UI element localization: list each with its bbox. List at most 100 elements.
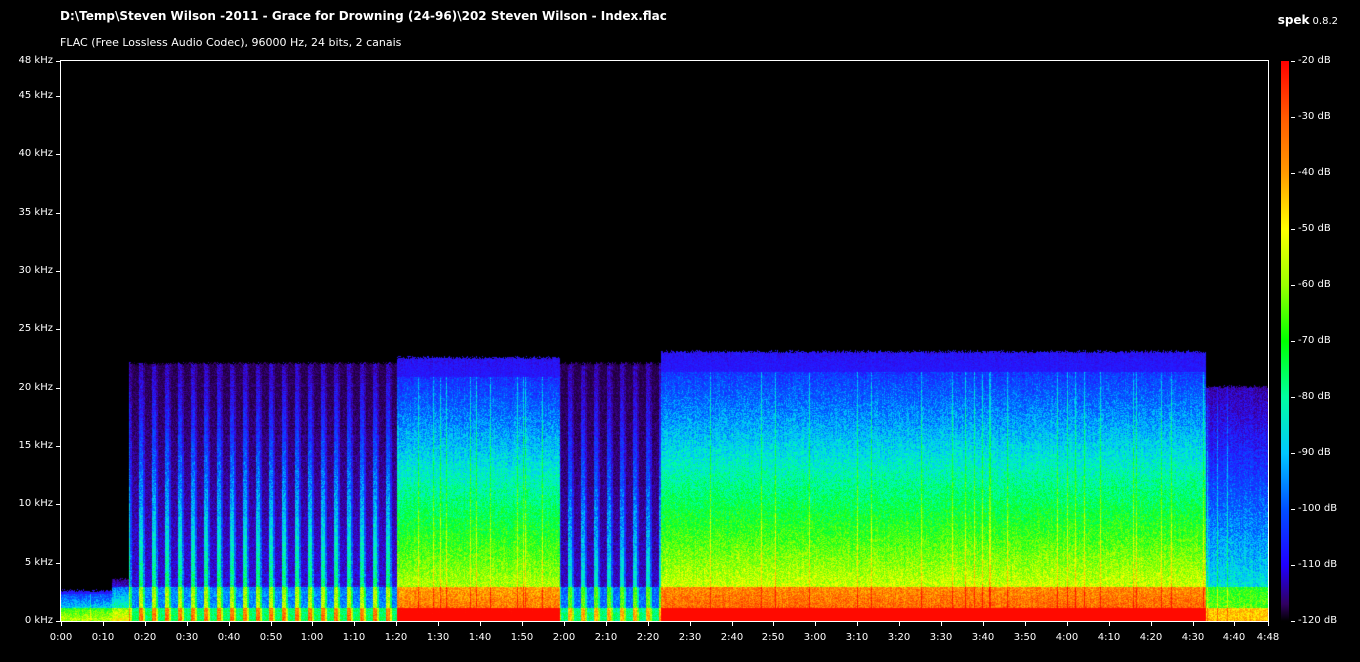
y-tick-mark — [56, 563, 61, 564]
y-tick-label: 25 kHz — [18, 323, 53, 334]
colorbar-tick-mark — [1291, 285, 1295, 286]
y-tick-mark — [56, 446, 61, 447]
colorbar-tick-mark — [1291, 453, 1295, 454]
x-tick-label: 1:10 — [342, 632, 366, 643]
app-brand: spek 0.8.2 — [1278, 9, 1338, 28]
x-tick-label: 1:40 — [468, 632, 492, 643]
x-tick-label: 0:10 — [91, 632, 115, 643]
colorbar-tick-mark — [1291, 117, 1295, 118]
x-tick-label: 4:20 — [1139, 632, 1163, 643]
x-tick-mark — [899, 621, 900, 626]
y-tick-mark — [56, 504, 61, 505]
colorbar-tick-mark — [1291, 397, 1295, 398]
y-tick-label: 15 kHz — [18, 440, 53, 451]
colorbar-tick-label: -80 dB — [1298, 391, 1331, 402]
x-tick-mark — [271, 621, 272, 626]
y-tick-label: 45 kHz — [18, 90, 53, 101]
colorbar-tick-label: -70 dB — [1298, 335, 1331, 346]
x-tick-label: 1:20 — [384, 632, 408, 643]
x-tick-label: 0:20 — [133, 632, 157, 643]
y-tick-mark — [56, 213, 61, 214]
x-tick-label: 4:00 — [1055, 632, 1079, 643]
x-tick-mark — [1151, 621, 1152, 626]
colorbar-tick-label: -20 dB — [1298, 55, 1331, 66]
colorbar-tick-mark — [1291, 229, 1295, 230]
colorbar-tick-label: -60 dB — [1298, 279, 1331, 290]
x-tick-mark — [354, 621, 355, 626]
x-tick-mark — [857, 621, 858, 626]
y-tick-label: 40 kHz — [18, 148, 53, 159]
x-tick-label: 3:10 — [845, 632, 869, 643]
x-tick-label: 1:30 — [426, 632, 450, 643]
y-tick-mark — [56, 388, 61, 389]
x-tick-label: 4:48 — [1256, 632, 1280, 643]
x-tick-mark — [1067, 621, 1068, 626]
colorbar-tick-mark — [1291, 341, 1295, 342]
x-tick-mark — [522, 621, 523, 626]
app-version: 0.8.2 — [1312, 16, 1338, 27]
x-tick-label: 2:10 — [594, 632, 618, 643]
file-info-subtitle: FLAC (Free Lossless Audio Codec), 96000 … — [60, 36, 402, 49]
colorbar-tick-label: -100 dB — [1298, 503, 1338, 514]
x-tick-mark — [606, 621, 607, 626]
x-tick-label: 3:20 — [887, 632, 911, 643]
x-tick-label: 2:50 — [761, 632, 785, 643]
x-tick-mark — [438, 621, 439, 626]
x-tick-mark — [1193, 621, 1194, 626]
x-tick-label: 4:10 — [1097, 632, 1121, 643]
x-tick-label: 0:30 — [175, 632, 199, 643]
x-tick-mark — [983, 621, 984, 626]
x-tick-mark — [815, 621, 816, 626]
colorbar-tick-label: -90 dB — [1298, 447, 1331, 458]
y-tick-label: 48 kHz — [18, 55, 53, 66]
x-tick-mark — [1025, 621, 1026, 626]
x-tick-label: 1:00 — [300, 632, 324, 643]
x-tick-mark — [312, 621, 313, 626]
x-tick-label: 2:20 — [636, 632, 660, 643]
colorbar-tick-label: -40 dB — [1298, 167, 1331, 178]
x-tick-mark — [732, 621, 733, 626]
y-tick-mark — [56, 96, 61, 97]
x-tick-mark — [145, 621, 146, 626]
y-tick-mark — [56, 271, 61, 272]
y-tick-mark — [56, 154, 61, 155]
spectrogram-plot — [60, 60, 1269, 622]
x-tick-mark — [1234, 621, 1235, 626]
x-tick-label: 3:30 — [929, 632, 953, 643]
x-tick-mark — [564, 621, 565, 626]
y-tick-label: 30 kHz — [18, 265, 53, 276]
x-tick-mark — [396, 621, 397, 626]
x-tick-label: 0:00 — [49, 632, 73, 643]
colorbar-tick-label: -120 dB — [1298, 615, 1338, 626]
colorbar-tick-label: -110 dB — [1298, 559, 1338, 570]
x-tick-label: 4:40 — [1222, 632, 1246, 643]
colorbar-tick-mark — [1291, 565, 1295, 566]
x-tick-mark — [187, 621, 188, 626]
y-tick-label: 0 kHz — [24, 615, 53, 626]
x-tick-mark — [103, 621, 104, 626]
y-tick-label: 20 kHz — [18, 382, 53, 393]
app-name: spek — [1277, 13, 1310, 27]
colorbar-tick-mark — [1291, 509, 1295, 510]
y-tick-label: 5 kHz — [24, 557, 53, 568]
x-tick-label: 3:40 — [971, 632, 995, 643]
x-tick-mark — [648, 621, 649, 626]
colorbar-tick-label: -50 dB — [1298, 223, 1331, 234]
y-tick-mark — [56, 329, 61, 330]
x-tick-mark — [61, 621, 62, 626]
x-tick-mark — [229, 621, 230, 626]
x-tick-label: 1:50 — [510, 632, 534, 643]
y-tick-mark — [56, 61, 61, 62]
colorbar-tick-label: -30 dB — [1298, 111, 1331, 122]
spectrogram-canvas — [61, 61, 1268, 621]
x-tick-label: 0:50 — [259, 632, 283, 643]
x-tick-label: 2:00 — [552, 632, 576, 643]
db-colorbar — [1281, 61, 1289, 621]
x-tick-label: 0:40 — [217, 632, 241, 643]
x-tick-label: 2:30 — [678, 632, 702, 643]
x-tick-mark — [480, 621, 481, 626]
x-tick-label: 4:30 — [1181, 632, 1205, 643]
x-tick-label: 3:00 — [803, 632, 827, 643]
x-tick-mark — [773, 621, 774, 626]
colorbar-tick-mark — [1291, 621, 1295, 622]
